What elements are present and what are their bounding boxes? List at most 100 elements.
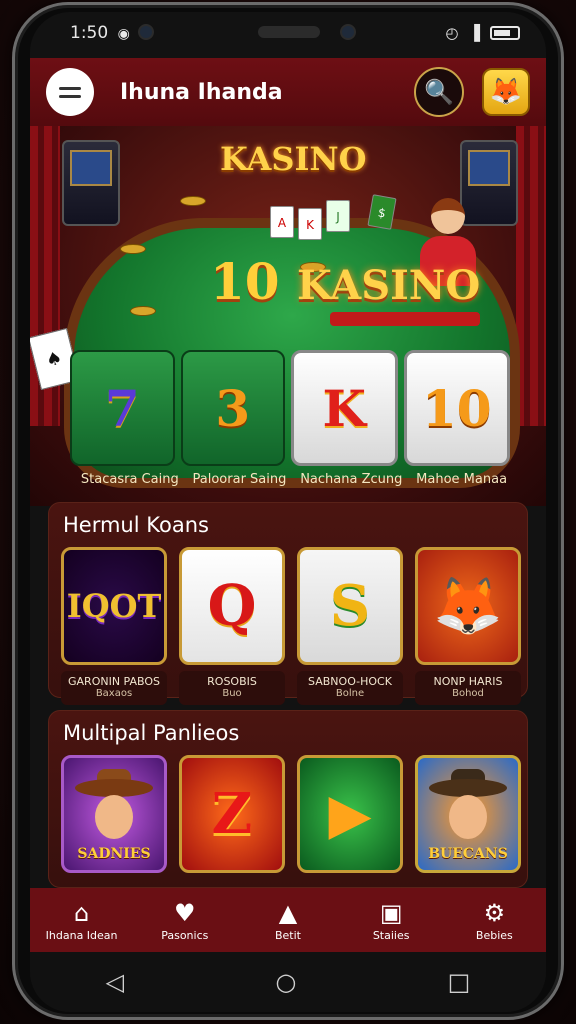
home-circle-icon[interactable]: ○ bbox=[275, 968, 296, 996]
game-art: Z bbox=[179, 755, 285, 873]
app-title: Ihuna Ihanda bbox=[120, 79, 283, 105]
search-icon: 🔍 bbox=[424, 78, 454, 106]
chip-icon bbox=[180, 196, 206, 206]
reel-symbol: K bbox=[322, 378, 366, 438]
reel: 7 bbox=[70, 350, 175, 466]
app-header: Ihuna Ihanda 🔍 🦊 bbox=[30, 58, 546, 126]
playing-card-icon: A bbox=[270, 206, 294, 238]
clock: 1:50 bbox=[70, 23, 109, 43]
reel-labels: Stacasra Caing Paloorar Saing Nachana Zc… bbox=[74, 472, 514, 487]
game-art-label: BUECANS bbox=[428, 846, 508, 862]
home-icon: ⌂ bbox=[73, 898, 90, 927]
gear-icon: ⚙ bbox=[483, 898, 506, 927]
menu-button[interactable] bbox=[46, 68, 94, 116]
wifi-icon: ◴ bbox=[445, 24, 459, 42]
fox-avatar-icon: 🦊 bbox=[489, 77, 523, 107]
playing-card-icon: J bbox=[326, 200, 350, 232]
search-button[interactable]: 🔍 bbox=[414, 67, 464, 117]
reel-label: Stacasra Caing bbox=[80, 472, 179, 487]
hero-headline: 10 KASINO bbox=[210, 252, 480, 311]
nav-label: Bebies bbox=[475, 928, 513, 942]
game-tile[interactable]: BUECANS bbox=[415, 755, 521, 873]
nav-item-settings[interactable]: ⚙ Bebies bbox=[444, 899, 544, 942]
system-nav-bar: ◁ ○ □ bbox=[30, 952, 546, 1012]
signal-icon: ◉ bbox=[117, 26, 130, 42]
game-art-label: SADNIES bbox=[77, 846, 151, 862]
ribbon-decoration bbox=[330, 312, 480, 326]
game-subtitle: Bolne bbox=[335, 688, 365, 699]
heart-icon: ♥ bbox=[174, 898, 196, 927]
front-camera-icon bbox=[140, 26, 152, 38]
bottom-nav: ⌂ Ihdana Idean ♥ Pasonics ▲ Betit ▣ Stai… bbox=[30, 888, 546, 952]
cell-signal-icon: ▐ bbox=[468, 24, 480, 42]
chip-icon bbox=[120, 244, 146, 254]
game-name: SABNOO-HOCK bbox=[308, 675, 392, 688]
section-title: Multipal Panlieos bbox=[63, 721, 240, 745]
game-tiles: SADNIES Z ▶ BUECANS bbox=[49, 755, 527, 873]
game-subtitle: Baxaos bbox=[95, 688, 133, 699]
game-tile[interactable]: ▶ bbox=[297, 755, 403, 873]
section-multiplayer: Multipal Panlieos SADNIES Z ▶ BUECANS bbox=[48, 710, 528, 888]
game-subtitle: Bohod bbox=[452, 688, 484, 699]
recents-icon[interactable]: □ bbox=[448, 968, 471, 996]
playing-card-icon: K bbox=[298, 208, 322, 240]
slot-machine-art bbox=[62, 140, 120, 226]
reel: 10 bbox=[403, 350, 510, 466]
game-art: BUECANS bbox=[415, 755, 521, 873]
game-caption: SABNOO-HOCK Bolne bbox=[297, 671, 403, 705]
hero-headline-number: 10 bbox=[210, 252, 280, 311]
reel-label: Mahoe Manaa bbox=[416, 472, 508, 487]
back-icon[interactable]: ◁ bbox=[106, 968, 124, 996]
nav-label: Staiies bbox=[372, 928, 410, 942]
speaker-notch bbox=[258, 26, 320, 38]
nav-label: Pasonics bbox=[161, 928, 209, 942]
game-name: GARONIN PABOS bbox=[68, 675, 160, 688]
game-caption: GARONIN PABOS Baxaos bbox=[61, 671, 167, 705]
game-art: 🦊 bbox=[415, 547, 521, 665]
hero-headline-word: KASINO bbox=[297, 262, 481, 309]
reel: K bbox=[291, 350, 398, 466]
game-caption: ROSOBIS Buo bbox=[179, 671, 285, 705]
hero-logo: KASINO bbox=[220, 140, 367, 178]
battery-icon bbox=[490, 26, 520, 40]
game-tile[interactable]: IQOT GARONIN PABOS Baxaos bbox=[61, 547, 167, 705]
sensor-icon bbox=[342, 26, 354, 38]
game-subtitle: Buo bbox=[222, 688, 242, 699]
status-time: 1:50 ◉ bbox=[70, 23, 130, 43]
nav-item-favorites[interactable]: ♥ Pasonics bbox=[135, 899, 235, 942]
menu-line-icon bbox=[59, 94, 81, 98]
nav-item-home[interactable]: ⌂ Ihdana Idean bbox=[32, 899, 132, 942]
nav-item-stats[interactable]: ▣ Staiies bbox=[341, 899, 441, 942]
menu-line-icon bbox=[59, 86, 81, 90]
game-name: NONP HARIS bbox=[433, 675, 503, 688]
game-tile[interactable]: Q ROSOBIS Buo bbox=[179, 547, 285, 705]
nav-item-bet[interactable]: ▲ Betit bbox=[238, 899, 338, 942]
status-icons: ◴ ▐ bbox=[445, 24, 520, 42]
game-art: Q bbox=[179, 547, 285, 665]
game-tile[interactable]: SADNIES bbox=[61, 755, 167, 873]
game-art: S bbox=[297, 547, 403, 665]
hero-banner[interactable]: KASINO A K J $ ♠ 10 KASINO 7 3 K 10 Stac… bbox=[30, 126, 546, 506]
section-title: Hermul Koans bbox=[63, 513, 209, 537]
nav-label: Betit bbox=[274, 928, 301, 942]
adventurer-face-icon bbox=[429, 769, 507, 849]
cowboy-face-icon bbox=[75, 769, 153, 849]
reel-symbol: 3 bbox=[215, 378, 251, 438]
house-shape-icon: ▲ bbox=[278, 898, 298, 927]
game-tile[interactable]: 🦊 NONP HARIS Bohod bbox=[415, 547, 521, 705]
chip-icon bbox=[130, 306, 156, 316]
reel-label: Nachana Zcung bbox=[300, 472, 403, 487]
game-tile[interactable]: S SABNOO-HOCK Bolne bbox=[297, 547, 403, 705]
game-tile[interactable]: Z bbox=[179, 755, 285, 873]
section-featured: Hermul Koans IQOT GARONIN PABOS Baxaos Q… bbox=[48, 502, 528, 705]
reel-symbol: 10 bbox=[421, 378, 492, 438]
game-art: ▶ bbox=[297, 755, 403, 873]
game-art: IQOT bbox=[61, 547, 167, 665]
curtain-right bbox=[516, 126, 546, 426]
slot-reels: 7 3 K 10 bbox=[70, 350, 510, 466]
game-name: ROSOBIS bbox=[207, 675, 257, 688]
profile-avatar-button[interactable]: 🦊 bbox=[482, 68, 530, 116]
reel: 3 bbox=[180, 350, 285, 466]
game-tiles: IQOT GARONIN PABOS Baxaos Q ROSOBIS Buo … bbox=[49, 547, 527, 705]
cube-icon: ▣ bbox=[379, 898, 403, 927]
